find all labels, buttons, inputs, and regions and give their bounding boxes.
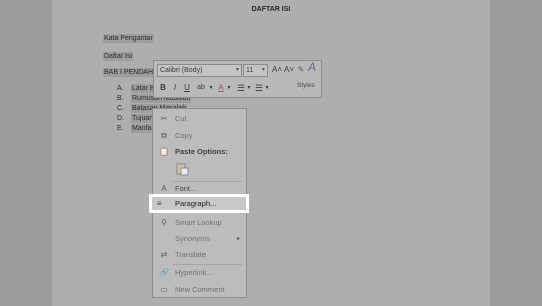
shrink-font-button[interactable]: A˅ <box>283 64 295 76</box>
paste-keep-text-icon[interactable] <box>175 162 189 176</box>
styles-label[interactable]: Styles <box>297 82 315 89</box>
chevron-right-icon: ▸ <box>236 236 240 242</box>
chevron-down-icon[interactable]: ▾ <box>226 82 232 94</box>
copy-icon: ⧉ <box>161 131 167 140</box>
chevron-down-icon[interactable]: ▾ <box>264 82 270 94</box>
comment-icon: ▭ <box>160 285 168 294</box>
paragraph-icon: ≡ <box>157 199 162 208</box>
left-gutter <box>0 0 52 306</box>
link-icon: 🔗 <box>159 268 169 277</box>
underline-button[interactable]: U <box>182 82 192 94</box>
grow-font-button[interactable]: A˄ <box>271 64 283 76</box>
document-page[interactable]: DAFTAR ISI <box>52 0 490 306</box>
menu-item-paragraph[interactable]: ≡ Paragraph... <box>149 194 249 213</box>
toc-line-kata-pengantar[interactable]: Kata Pengantar <box>103 34 154 43</box>
right-gutter <box>490 0 542 306</box>
search-icon: ⚲ <box>161 218 167 227</box>
menu-item-hyperlink[interactable]: 🔗 Hyperlink... <box>153 265 246 281</box>
font-name-box[interactable]: Calibri (Body) ▾ <box>157 64 242 77</box>
menu-item-synonyms[interactable]: Synonyms ▸ <box>153 231 246 247</box>
menu-item-paste-options: 📋 Paste Options: <box>153 144 246 160</box>
mini-toolbar: Calibri (Body) ▾ 11 ▾ A˄ A˅ ✎ A B I U ab… <box>153 60 322 98</box>
chevron-down-icon[interactable]: ▾ <box>246 82 252 94</box>
bold-button[interactable]: B <box>158 82 168 94</box>
chevron-down-icon[interactable]: ▾ <box>208 82 214 94</box>
font-color-button[interactable]: A <box>216 82 226 94</box>
styles-icon[interactable]: A <box>304 61 320 73</box>
highlight-button[interactable]: ab <box>194 82 208 94</box>
numbering-icon[interactable]: ☰ <box>254 82 264 94</box>
font-size-box[interactable]: 11 ▾ <box>243 64 268 77</box>
menu-item-cut[interactable]: ✂ Cut <box>153 111 246 127</box>
scissors-icon: ✂ <box>160 114 168 123</box>
italic-button[interactable]: I <box>170 82 180 94</box>
menu-item-new-comment[interactable]: ▭ New Comment <box>153 282 246 298</box>
menu-item-translate[interactable]: ⇄ Translate <box>153 247 246 263</box>
menu-item-copy[interactable]: ⧉ Copy <box>153 128 246 144</box>
chevron-down-icon: ▾ <box>235 67 239 73</box>
clipboard-icon: 📋 <box>159 147 169 156</box>
chevron-down-icon: ▾ <box>261 67 265 73</box>
bullets-icon[interactable]: ☰ <box>236 82 246 94</box>
document-title: DAFTAR ISI <box>251 6 291 13</box>
toc-line-daftar-isi[interactable]: Daftar Isi <box>103 52 134 61</box>
menu-item-smart-lookup[interactable]: ⚲ Smart Lookup <box>153 215 246 231</box>
translate-icon: ⇄ <box>160 250 168 259</box>
